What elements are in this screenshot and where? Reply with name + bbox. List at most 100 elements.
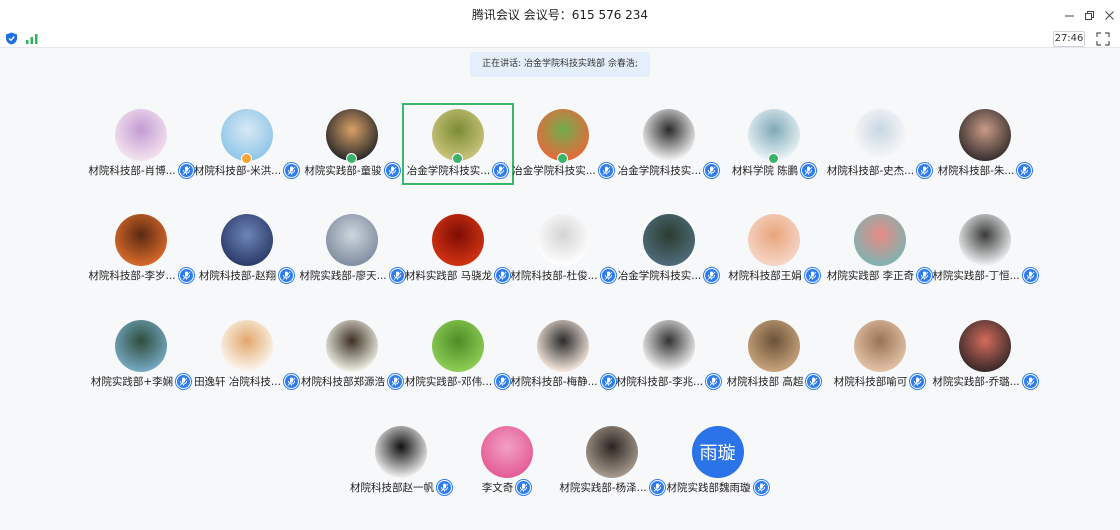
participant-name: 冶金学院科技实... <box>406 164 491 177</box>
participant-name-row: 材院科技部王娟 <box>720 267 828 283</box>
mic-muted-button[interactable] <box>600 267 616 283</box>
participant-name: 冶金学院科技实... <box>617 269 702 282</box>
mic-muted-button[interactable] <box>704 267 720 283</box>
participant-name: 材院科技部-肖博... <box>88 164 176 177</box>
close-button[interactable] <box>1100 6 1118 24</box>
mic-muted-button[interactable] <box>178 162 194 178</box>
participant-tile[interactable]: 材院科技部王娟 <box>720 210 828 288</box>
microphone-icon <box>391 377 400 386</box>
avatar <box>326 320 378 372</box>
participant-tile[interactable]: 材院科技部-李岁... <box>87 210 195 288</box>
participant-name-row: 材院实践部-杨泽... <box>558 479 666 495</box>
title-bar: 腾讯会议 会议号：615 576 234 <box>0 0 1120 30</box>
participant-name-row: 冶金学院科技实... <box>615 267 723 283</box>
participant-name: 冶金学院科技实... <box>617 164 702 177</box>
mic-muted-button[interactable] <box>176 373 192 389</box>
mic-muted-button[interactable] <box>804 267 820 283</box>
participant-name-row: 材院科技部-肖博... <box>87 162 195 178</box>
mic-muted-button[interactable] <box>279 267 295 283</box>
mic-muted-button[interactable] <box>178 267 194 283</box>
mic-muted-button[interactable] <box>1022 267 1038 283</box>
mic-muted-button[interactable] <box>283 373 299 389</box>
mic-muted-button[interactable] <box>388 373 403 389</box>
microphone-icon <box>496 166 505 175</box>
participant-tile[interactable]: 材院实践部-乔璐... <box>931 316 1039 394</box>
participant-tile[interactable]: 冶金学院科技实... <box>509 105 617 183</box>
avatar <box>115 320 167 372</box>
participant-tile[interactable]: 田逸轩 冶院科技... <box>193 316 301 394</box>
participant-tile[interactable]: 冶金学院科技实... <box>615 210 723 288</box>
mic-muted-button[interactable] <box>704 162 720 178</box>
mic-muted-button[interactable] <box>516 479 532 495</box>
window-title: 腾讯会议 会议号：615 576 234 <box>471 8 649 22</box>
mic-muted-button[interactable] <box>706 373 722 389</box>
mic-muted-button[interactable] <box>649 479 665 495</box>
shield-icon[interactable] <box>5 32 18 45</box>
mic-muted-button[interactable] <box>1022 373 1038 389</box>
microphone-icon <box>1026 377 1034 386</box>
mic-muted-button[interactable] <box>917 267 933 283</box>
microphone-icon <box>182 166 190 175</box>
participant-tile[interactable]: 材院科技部 高超 <box>720 316 828 394</box>
mic-muted-button[interactable] <box>495 267 511 283</box>
microphone-icon <box>287 377 296 386</box>
mic-muted-button[interactable] <box>389 267 405 283</box>
participant-name-row: 材院科技部-梅静... <box>509 373 617 389</box>
participant-tile[interactable]: 材院科技部喻可 <box>826 316 934 394</box>
participant-tile[interactable]: 材院实践部-童骏 <box>298 105 406 183</box>
mic-muted-button[interactable] <box>284 162 300 178</box>
minimize-icon <box>1064 15 1074 16</box>
participant-tile[interactable]: 材院科技部-朱... <box>931 105 1039 183</box>
participant-tile[interactable]: 材院科技部-李兆... <box>615 316 723 394</box>
participant-tile[interactable]: 材料实践部 马骁龙 <box>404 210 512 288</box>
mic-muted-button[interactable] <box>493 162 509 178</box>
participant-tile[interactable]: 材院实践部-廖天... <box>298 210 406 288</box>
avatar <box>586 426 638 478</box>
mic-muted-button[interactable] <box>600 373 616 389</box>
microphone-icon <box>757 483 765 492</box>
participant-tile[interactable]: 材院科技部-梅静... <box>509 316 617 394</box>
participant-tile[interactable]: 材院实践部+李娴 <box>87 316 195 394</box>
microphone-icon <box>1021 166 1029 175</box>
mic-muted-button[interactable] <box>437 479 452 495</box>
signal-icon[interactable] <box>26 33 38 44</box>
restore-button[interactable] <box>1080 6 1098 24</box>
mic-muted-button[interactable] <box>753 479 769 495</box>
participant-tile[interactable]: 材院实践部-杨泽... <box>558 422 666 500</box>
avatar <box>959 320 1011 372</box>
fullscreen-icon[interactable] <box>1096 32 1110 46</box>
mic-muted-button[interactable] <box>806 373 822 389</box>
mic-muted-button[interactable] <box>910 373 926 389</box>
participant-tile[interactable]: 材院实践部 李正奇 <box>826 210 934 288</box>
participant-tile[interactable]: 冶金学院科技实... <box>615 105 723 183</box>
participant-tile[interactable]: 材院科技部-肖博... <box>87 105 195 183</box>
participant-name-row: 材院实践部+李娴 <box>87 373 195 389</box>
participant-tile[interactable]: 冶金学院科技实... <box>401 103 514 185</box>
participant-tile[interactable]: 材院实践部-邓伟... <box>404 316 512 394</box>
participant-tile[interactable]: 材院科技部-米洪... <box>193 105 301 183</box>
participant-tile[interactable]: 材院科技部-史杰... <box>826 105 934 183</box>
avatar <box>431 214 484 266</box>
avatar <box>853 109 906 161</box>
participant-name: 材料学院 陈鹏 <box>731 164 799 177</box>
mic-muted-button[interactable] <box>495 373 511 389</box>
mic-muted-button[interactable] <box>1017 162 1033 178</box>
participant-tile[interactable]: 材院科技部郑源浩 <box>298 316 406 394</box>
mic-muted-button[interactable] <box>598 162 614 178</box>
avatar: 雨璇 <box>691 426 744 478</box>
participant-tile[interactable]: 雨璇 材院实践部魏雨璇 <box>664 422 772 500</box>
participant-tile[interactable]: 材院科技部-赵翔 <box>193 210 301 288</box>
participant-tile[interactable]: 材院科技部-杜俊... <box>509 210 617 288</box>
participant-tile[interactable]: 材院实践部-丁恒... <box>931 210 1039 288</box>
mic-muted-button[interactable] <box>917 162 933 178</box>
participant-tile[interactable]: 李文奇 <box>453 422 561 500</box>
avatar <box>853 320 906 372</box>
participant-tile[interactable]: 材院科技部赵一帆 <box>347 422 455 500</box>
mic-muted-button[interactable] <box>384 162 400 178</box>
mic-muted-button[interactable] <box>801 162 817 178</box>
participant-name: 材院科技部赵一帆 <box>350 481 434 494</box>
participant-tile[interactable]: 材料学院 陈鹏 <box>720 105 828 183</box>
participant-name-row: 材院科技部-史杰... <box>826 162 934 178</box>
avatar <box>431 320 484 372</box>
minimize-button[interactable] <box>1060 6 1078 24</box>
